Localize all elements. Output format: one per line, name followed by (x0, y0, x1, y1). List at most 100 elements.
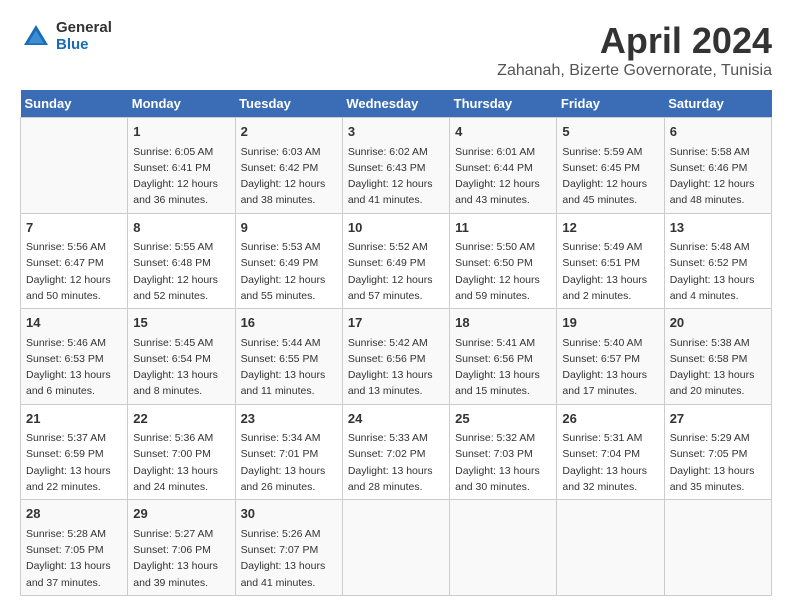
day-number: 7 (26, 218, 122, 238)
day-info: Sunrise: 5:31 AMSunset: 7:04 PMDaylight:… (562, 430, 658, 495)
day-number: 23 (241, 409, 337, 429)
calendar-cell: 24Sunrise: 5:33 AMSunset: 7:02 PMDayligh… (342, 404, 449, 500)
day-number: 1 (133, 122, 229, 142)
day-number: 30 (241, 504, 337, 524)
day-info: Sunrise: 5:55 AMSunset: 6:48 PMDaylight:… (133, 239, 229, 304)
calendar-cell (664, 500, 771, 596)
calendar-cell: 20Sunrise: 5:38 AMSunset: 6:58 PMDayligh… (664, 309, 771, 405)
calendar-week-5: 28Sunrise: 5:28 AMSunset: 7:05 PMDayligh… (21, 500, 772, 596)
weekday-header-thursday: Thursday (450, 90, 557, 118)
calendar-cell: 5Sunrise: 5:59 AMSunset: 6:45 PMDaylight… (557, 118, 664, 214)
title-section: April 2024 Zahanah, Bizerte Governorate,… (497, 20, 772, 80)
calendar-cell: 25Sunrise: 5:32 AMSunset: 7:03 PMDayligh… (450, 404, 557, 500)
calendar-cell: 6Sunrise: 5:58 AMSunset: 6:46 PMDaylight… (664, 118, 771, 214)
calendar-header: SundayMondayTuesdayWednesdayThursdayFrid… (21, 90, 772, 118)
day-info: Sunrise: 5:52 AMSunset: 6:49 PMDaylight:… (348, 239, 444, 304)
day-info: Sunrise: 5:44 AMSunset: 6:55 PMDaylight:… (241, 335, 337, 400)
day-info: Sunrise: 5:40 AMSunset: 6:57 PMDaylight:… (562, 335, 658, 400)
calendar-cell (557, 500, 664, 596)
day-number: 28 (26, 504, 122, 524)
day-number: 15 (133, 313, 229, 333)
calendar-cell: 26Sunrise: 5:31 AMSunset: 7:04 PMDayligh… (557, 404, 664, 500)
weekday-header-wednesday: Wednesday (342, 90, 449, 118)
day-number: 4 (455, 122, 551, 142)
calendar-cell: 7Sunrise: 5:56 AMSunset: 6:47 PMDaylight… (21, 213, 128, 309)
day-number: 3 (348, 122, 444, 142)
day-info: Sunrise: 5:34 AMSunset: 7:01 PMDaylight:… (241, 430, 337, 495)
page-subtitle: Zahanah, Bizerte Governorate, Tunisia (497, 62, 772, 80)
day-info: Sunrise: 5:37 AMSunset: 6:59 PMDaylight:… (26, 430, 122, 495)
page-header: General Blue April 2024 Zahanah, Bizerte… (20, 20, 772, 80)
calendar-cell: 27Sunrise: 5:29 AMSunset: 7:05 PMDayligh… (664, 404, 771, 500)
calendar-cell: 9Sunrise: 5:53 AMSunset: 6:49 PMDaylight… (235, 213, 342, 309)
weekday-header-row: SundayMondayTuesdayWednesdayThursdayFrid… (21, 90, 772, 118)
logo-text: General Blue (56, 20, 112, 53)
day-info: Sunrise: 6:05 AMSunset: 6:41 PMDaylight:… (133, 144, 229, 209)
calendar-cell: 17Sunrise: 5:42 AMSunset: 6:56 PMDayligh… (342, 309, 449, 405)
day-info: Sunrise: 5:53 AMSunset: 6:49 PMDaylight:… (241, 239, 337, 304)
day-info: Sunrise: 5:27 AMSunset: 7:06 PMDaylight:… (133, 526, 229, 591)
day-info: Sunrise: 5:49 AMSunset: 6:51 PMDaylight:… (562, 239, 658, 304)
logo: General Blue (20, 20, 112, 53)
calendar-cell: 19Sunrise: 5:40 AMSunset: 6:57 PMDayligh… (557, 309, 664, 405)
day-number: 14 (26, 313, 122, 333)
calendar-body: 1Sunrise: 6:05 AMSunset: 6:41 PMDaylight… (21, 118, 772, 596)
logo-blue-text: Blue (56, 37, 112, 54)
calendar-cell (342, 500, 449, 596)
day-number: 12 (562, 218, 658, 238)
calendar-cell (21, 118, 128, 214)
calendar-cell (450, 500, 557, 596)
day-number: 29 (133, 504, 229, 524)
day-info: Sunrise: 5:48 AMSunset: 6:52 PMDaylight:… (670, 239, 766, 304)
day-number: 10 (348, 218, 444, 238)
calendar-cell: 22Sunrise: 5:36 AMSunset: 7:00 PMDayligh… (128, 404, 235, 500)
day-number: 17 (348, 313, 444, 333)
day-number: 27 (670, 409, 766, 429)
calendar-cell: 14Sunrise: 5:46 AMSunset: 6:53 PMDayligh… (21, 309, 128, 405)
day-info: Sunrise: 6:03 AMSunset: 6:42 PMDaylight:… (241, 144, 337, 209)
calendar-cell: 13Sunrise: 5:48 AMSunset: 6:52 PMDayligh… (664, 213, 771, 309)
day-number: 25 (455, 409, 551, 429)
calendar-cell: 2Sunrise: 6:03 AMSunset: 6:42 PMDaylight… (235, 118, 342, 214)
calendar-week-3: 14Sunrise: 5:46 AMSunset: 6:53 PMDayligh… (21, 309, 772, 405)
calendar-cell: 8Sunrise: 5:55 AMSunset: 6:48 PMDaylight… (128, 213, 235, 309)
day-number: 5 (562, 122, 658, 142)
day-number: 8 (133, 218, 229, 238)
day-info: Sunrise: 5:50 AMSunset: 6:50 PMDaylight:… (455, 239, 551, 304)
weekday-header-monday: Monday (128, 90, 235, 118)
calendar-cell: 1Sunrise: 6:05 AMSunset: 6:41 PMDaylight… (128, 118, 235, 214)
weekday-header-sunday: Sunday (21, 90, 128, 118)
weekday-header-tuesday: Tuesday (235, 90, 342, 118)
day-info: Sunrise: 5:28 AMSunset: 7:05 PMDaylight:… (26, 526, 122, 591)
day-number: 11 (455, 218, 551, 238)
day-info: Sunrise: 5:38 AMSunset: 6:58 PMDaylight:… (670, 335, 766, 400)
day-number: 21 (26, 409, 122, 429)
calendar-cell: 10Sunrise: 5:52 AMSunset: 6:49 PMDayligh… (342, 213, 449, 309)
day-number: 13 (670, 218, 766, 238)
day-info: Sunrise: 5:36 AMSunset: 7:00 PMDaylight:… (133, 430, 229, 495)
day-number: 19 (562, 313, 658, 333)
calendar-cell: 21Sunrise: 5:37 AMSunset: 6:59 PMDayligh… (21, 404, 128, 500)
calendar-cell: 29Sunrise: 5:27 AMSunset: 7:06 PMDayligh… (128, 500, 235, 596)
calendar-cell: 12Sunrise: 5:49 AMSunset: 6:51 PMDayligh… (557, 213, 664, 309)
day-info: Sunrise: 5:56 AMSunset: 6:47 PMDaylight:… (26, 239, 122, 304)
page-title: April 2024 (497, 20, 772, 62)
day-info: Sunrise: 5:32 AMSunset: 7:03 PMDaylight:… (455, 430, 551, 495)
day-info: Sunrise: 5:58 AMSunset: 6:46 PMDaylight:… (670, 144, 766, 209)
day-number: 22 (133, 409, 229, 429)
calendar-cell: 30Sunrise: 5:26 AMSunset: 7:07 PMDayligh… (235, 500, 342, 596)
calendar-cell: 16Sunrise: 5:44 AMSunset: 6:55 PMDayligh… (235, 309, 342, 405)
day-number: 6 (670, 122, 766, 142)
calendar-week-4: 21Sunrise: 5:37 AMSunset: 6:59 PMDayligh… (21, 404, 772, 500)
day-info: Sunrise: 5:41 AMSunset: 6:56 PMDaylight:… (455, 335, 551, 400)
weekday-header-friday: Friday (557, 90, 664, 118)
weekday-header-saturday: Saturday (664, 90, 771, 118)
day-number: 24 (348, 409, 444, 429)
calendar-cell: 15Sunrise: 5:45 AMSunset: 6:54 PMDayligh… (128, 309, 235, 405)
calendar-cell: 3Sunrise: 6:02 AMSunset: 6:43 PMDaylight… (342, 118, 449, 214)
day-info: Sunrise: 5:26 AMSunset: 7:07 PMDaylight:… (241, 526, 337, 591)
day-info: Sunrise: 5:33 AMSunset: 7:02 PMDaylight:… (348, 430, 444, 495)
calendar-cell: 11Sunrise: 5:50 AMSunset: 6:50 PMDayligh… (450, 213, 557, 309)
calendar-cell: 28Sunrise: 5:28 AMSunset: 7:05 PMDayligh… (21, 500, 128, 596)
calendar-table: SundayMondayTuesdayWednesdayThursdayFrid… (20, 90, 772, 596)
